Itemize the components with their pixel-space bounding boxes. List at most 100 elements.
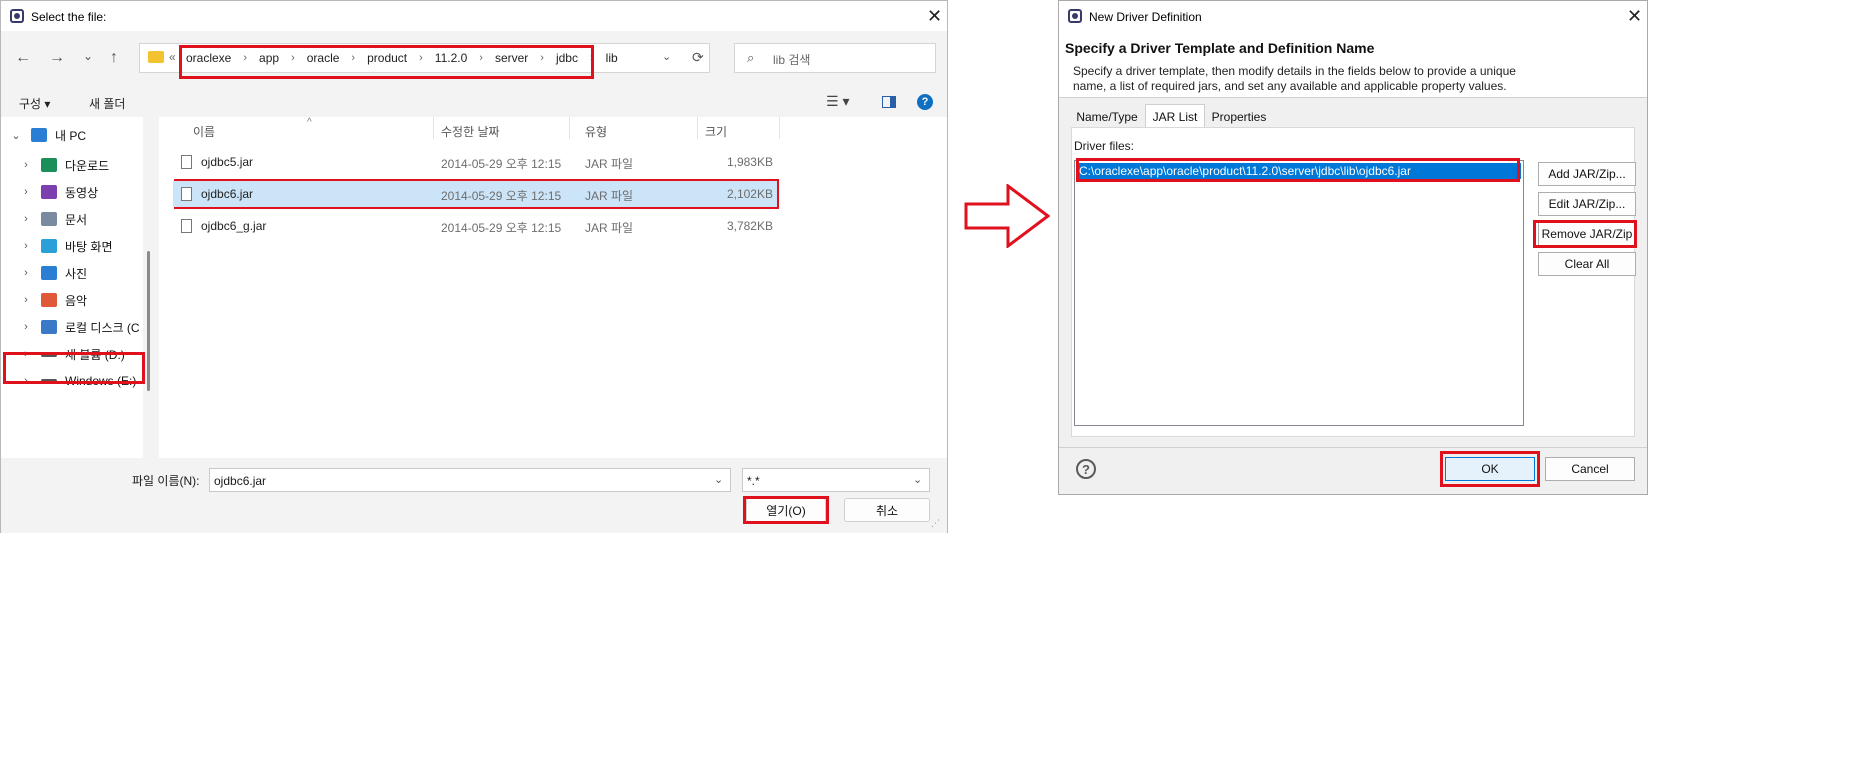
ok-button-highlight (1440, 451, 1540, 487)
file-type-select[interactable]: *.* ⌄ (742, 468, 930, 492)
driver-dialog-heading: Specify a Driver Template and Definition… (1065, 40, 1375, 56)
sidebar-item[interactable]: ⌄ 내 PC (1, 121, 143, 149)
sidebar-item[interactable]: › 문서 (1, 205, 143, 233)
open-button-highlight (743, 496, 829, 524)
sidebar-item-label: 다운로드 (65, 158, 110, 173)
sidebar-item-label: 내 PC (55, 128, 87, 143)
right-arrow-icon (964, 184, 1050, 248)
cancel-button[interactable]: 취소 (844, 498, 930, 522)
download-icon (41, 158, 57, 172)
column-header-size[interactable]: 크기 (705, 123, 727, 140)
column-header-name[interactable]: 이름 (193, 123, 215, 140)
close-icon[interactable]: ✕ (927, 7, 942, 25)
filename-dropdown-icon[interactable]: ⌄ (714, 473, 723, 486)
music-icon (41, 293, 57, 307)
new-folder-button[interactable]: 새 폴더 (89, 95, 125, 112)
document-icon (41, 212, 57, 226)
tab-properties[interactable]: Properties (1205, 106, 1273, 128)
search-icon: ⌕ (747, 50, 755, 65)
filename-label: 파일 이름(N): (132, 474, 200, 488)
chevron-right-icon[interactable]: › (19, 159, 33, 171)
sidebar-item[interactable]: › 음악 (1, 286, 143, 314)
sidebar-item-label: 바탕 화면 (65, 239, 113, 254)
up-folder-icon[interactable]: ↑ (110, 50, 118, 66)
clear-all-button[interactable]: Clear All (1538, 252, 1636, 276)
chevron-right-icon[interactable]: › (19, 321, 33, 333)
breadcrumb-highlight (179, 45, 594, 79)
tab-jar-list[interactable]: JAR List (1145, 104, 1205, 128)
file-row[interactable]: ojdbc6_g.jar 2014-05-29 오후 12:15 JAR 파일 3,7… (173, 213, 777, 239)
tab-name-type[interactable]: Name/Type (1071, 106, 1143, 128)
file-dialog-titlebar: Select the file: ✕ (1, 1, 947, 31)
chevron-right-icon[interactable]: › (19, 213, 33, 225)
forward-icon[interactable]: → (49, 50, 65, 66)
file-type-dropdown-icon[interactable]: ⌄ (913, 473, 922, 486)
sidebar-item-label: 문서 (65, 212, 88, 227)
sidebar-item-label: 로컬 디스크 (C (65, 320, 140, 335)
file-size: 2,102KB (726, 187, 773, 201)
sidebar-item[interactable]: › 동영상 (1, 178, 143, 206)
video-icon (41, 185, 57, 199)
view-options-icon[interactable]: ☰ ▾ (826, 93, 849, 110)
file-type-value: *.* (747, 474, 760, 488)
help-icon[interactable]: ? (1076, 459, 1096, 479)
sidebar-item[interactable]: › 사진 (1, 259, 143, 287)
file-row[interactable]: ojdbc5.jar 2014-05-29 오후 12:15 JAR 파일 1,983… (173, 149, 777, 175)
file-icon (181, 219, 192, 233)
new-driver-definition-dialog: New Driver Definition ✕ Specify a Driver… (1058, 0, 1648, 495)
file-name: ojdbc6.jar (201, 187, 254, 201)
file-date: 2014-05-29 오후 12:15 (441, 221, 562, 235)
edit-jar-button[interactable]: Edit JAR/Zip... (1538, 192, 1636, 216)
filename-input[interactable]: ojdbc6.jar ⌄ (209, 468, 731, 492)
file-name: ojdbc6_g.jar (201, 219, 267, 233)
driver-dialog-description-2: name, a list of required jars, and set a… (1073, 79, 1507, 93)
search-input[interactable]: ⌕ lib 검색 (734, 43, 936, 73)
organize-menu[interactable]: 구성 ▾ (19, 95, 50, 112)
help-icon[interactable]: ? (917, 94, 933, 110)
file-type: JAR 파일 (585, 189, 634, 203)
refresh-icon[interactable]: ⟳ (692, 49, 704, 66)
breadcrumb-overflow[interactable]: « (169, 50, 176, 64)
sidebar-item[interactable]: › 로컬 디스크 (C (1, 313, 143, 341)
sort-ascending-icon: ^ (307, 117, 312, 128)
file-name: ojdbc5.jar (201, 155, 254, 169)
file-open-dialog: Select the file: ✕ ← → ⌄ ↑ « oraclexe › ap… (0, 0, 948, 533)
sidebar-item-label: 동영상 (65, 185, 99, 200)
driver-files-list[interactable]: C:\oraclexe\app\oracle\product\11.2.0\se… (1074, 160, 1524, 426)
file-icon (181, 187, 192, 201)
sidebar-item-label: 사진 (65, 266, 88, 281)
preview-pane-icon[interactable] (882, 96, 896, 108)
sidebar-scrollbar[interactable] (147, 251, 150, 391)
recent-locations-icon[interactable]: ⌄ (83, 48, 93, 64)
column-header-date[interactable]: 수정한 날짜 (441, 123, 500, 140)
sidebar-highlight (3, 352, 145, 384)
close-icon[interactable]: ✕ (1627, 7, 1642, 25)
app-icon (10, 9, 24, 23)
driver-dialog-description-1: Specify a driver template, then modify d… (1073, 64, 1516, 78)
file-row[interactable]: ojdbc6.jar 2014-05-29 오후 12:15 JAR 파일 2,102… (173, 181, 777, 207)
back-icon[interactable]: ← (15, 50, 31, 66)
add-jar-button[interactable]: Add JAR/Zip... (1538, 162, 1636, 186)
chevron-right-icon[interactable]: › (19, 267, 33, 279)
chevron-right-icon[interactable]: › (19, 294, 33, 306)
chevron-right-icon[interactable]: › (19, 240, 33, 252)
address-dropdown-icon[interactable]: ⌄ (662, 50, 671, 63)
file-icon (181, 155, 192, 169)
sidebar-item[interactable]: › 다운로드 (1, 151, 143, 179)
file-date: 2014-05-29 오후 12:15 (441, 157, 562, 171)
app-icon (1068, 9, 1082, 23)
cancel-button[interactable]: Cancel (1545, 457, 1635, 481)
photo-icon (41, 266, 57, 280)
chevron-right-icon[interactable]: › (19, 186, 33, 198)
file-date: 2014-05-29 오후 12:15 (441, 189, 562, 203)
file-size: 1,983KB (726, 155, 773, 169)
folder-icon (148, 51, 164, 63)
driver-files-label: Driver files: (1074, 139, 1135, 153)
column-header-type[interactable]: 유형 (585, 123, 607, 140)
breadcrumb-item[interactable]: lib (606, 51, 618, 65)
remove-jar-highlight (1533, 220, 1637, 248)
chevron-down-icon[interactable]: ⌄ (9, 129, 23, 142)
driver-dialog-title: New Driver Definition (1089, 10, 1202, 24)
sidebar-item[interactable]: › 바탕 화면 (1, 232, 143, 260)
resize-grip-icon[interactable]: ⋰ (931, 518, 940, 529)
